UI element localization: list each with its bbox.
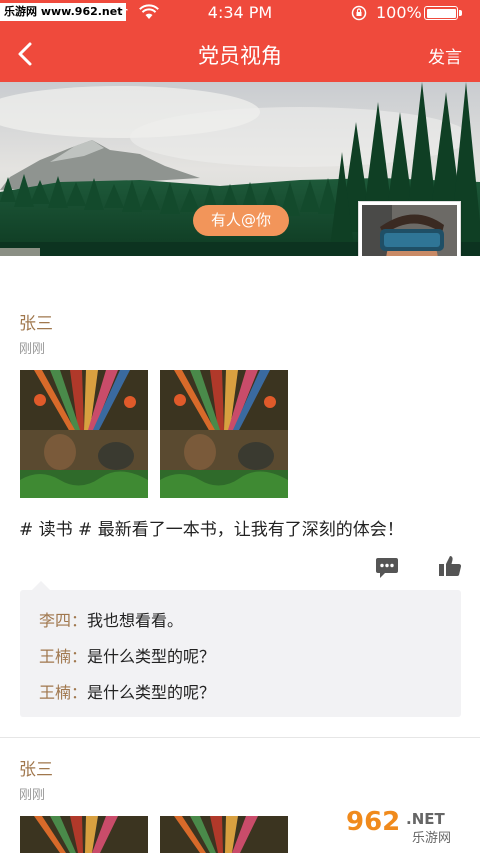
post-button[interactable]: 发言 [428,43,462,68]
post-author[interactable]: 张三 [19,309,53,334]
post-author[interactable]: 张三 [19,755,53,780]
nav-bar: 党员视角 发言 [0,26,480,82]
comment-separator: ： [71,683,88,702]
book-photo-image [160,816,288,853]
post-image[interactable] [20,816,148,853]
post-image[interactable] [160,816,288,853]
post-card: 张三 刚刚 [0,256,480,736]
comment-icon[interactable] [375,557,399,579]
mention-notice-button[interactable]: 有人@你 [193,205,289,236]
page-title: 党员视角 [198,44,282,68]
book-photo-image [20,816,148,853]
comment-item: 李四：我也想看看。 [39,607,183,631]
svg-text:962: 962 [346,807,400,837]
comment-list: 李四：我也想看看。 王楠：是什么类型的呢？ 王楠：是什么类型的呢？ [20,581,461,717]
comment-author[interactable]: 王楠 [39,647,71,666]
site-watermark-logo: 962 .NET 乐游网 [340,802,475,848]
rotation-lock-icon [351,5,367,21]
svg-text:乐游网: 乐游网 [412,831,451,846]
post-image[interactable] [160,370,288,498]
battery-icon [424,6,462,20]
comment-author[interactable]: 李四 [39,611,71,630]
comment-separator: ： [71,611,88,630]
svg-text:.NET: .NET [406,810,445,828]
post-content: # 读书 # 最新看了一本书，让我有了深刻的体会！ [19,520,404,540]
post-image[interactable] [20,370,148,498]
thumbs-up-icon[interactable] [438,554,462,578]
comment-separator: ： [71,647,88,666]
comment-text: 是什么类型的呢？ [87,647,216,666]
status-bar: rier 乐游网 www.962.net 4:34 PM 100% [0,0,480,26]
comment-text: 我也想看看。 [87,611,184,630]
comment-item: 王楠：是什么类型的呢？ [39,679,215,703]
post-time: 刚刚 [19,788,46,803]
comment-text: 是什么类型的呢？ [87,683,216,702]
battery-percent: 100% [376,3,422,22]
post-time: 刚刚 [19,342,46,357]
comment-author[interactable]: 王楠 [39,683,71,702]
comment-item: 王楠：是什么类型的呢？ [39,643,215,667]
book-photo-image [20,370,148,498]
book-photo-image [160,370,288,498]
